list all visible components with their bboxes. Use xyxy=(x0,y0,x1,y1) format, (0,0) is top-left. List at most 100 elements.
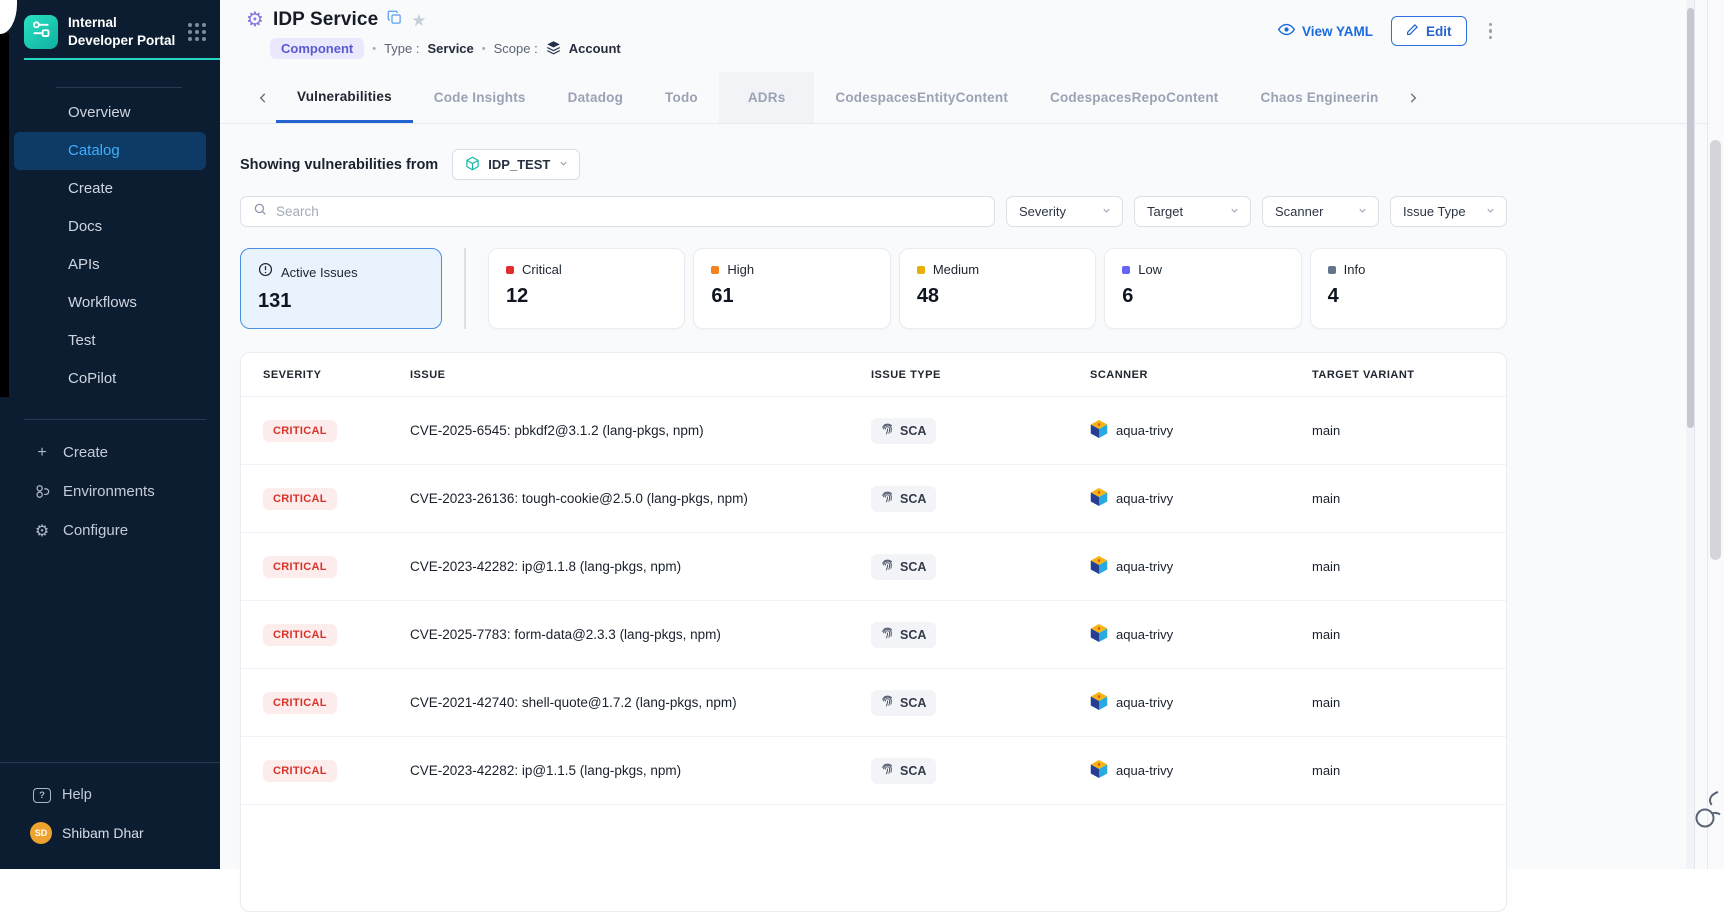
sidebar-footer: ? Help SD Shibam Dhar xyxy=(0,762,220,869)
sidebar-item-copilot[interactable]: CoPilot xyxy=(14,360,206,398)
issue-type-label: SCA xyxy=(900,696,926,710)
target-variant: main xyxy=(1312,491,1506,506)
low-card[interactable]: Low 6 xyxy=(1104,248,1301,329)
more-options-kebab-icon[interactable] xyxy=(1485,19,1497,44)
help-button[interactable]: ? Help xyxy=(0,763,220,803)
sidebar-action-environments[interactable]: Environments xyxy=(0,472,220,511)
package-cube-icon xyxy=(465,156,480,174)
table-body: CRITICAL CVE-2025-6545: pbkdf2@3.1.2 (la… xyxy=(241,397,1506,805)
sidebar-item-workflows[interactable]: Workflows xyxy=(14,284,206,322)
scanner-filter[interactable]: Scanner xyxy=(1262,196,1379,227)
teal-accent-bar xyxy=(24,58,220,60)
sidebar-action-create[interactable]: + Create xyxy=(0,433,220,472)
tab-adrs[interactable]: ADRs xyxy=(719,72,815,123)
tab-codespaces-entity-content[interactable]: CodespacesEntityContent xyxy=(814,72,1029,123)
sidebar-action-label: Configure xyxy=(63,522,128,539)
search-input[interactable] xyxy=(276,204,982,219)
edit-button[interactable]: Edit xyxy=(1391,16,1467,46)
issue-type-filter[interactable]: Issue Type xyxy=(1390,196,1507,227)
scanner-cell: aqua-trivy xyxy=(1090,419,1312,442)
tab-todo[interactable]: Todo xyxy=(644,72,719,123)
scanner-cell: aqua-trivy xyxy=(1090,691,1312,714)
sidebar-item-docs[interactable]: Docs xyxy=(14,208,206,246)
browser-scrollbar-thumb[interactable] xyxy=(1710,140,1721,560)
page-title: IDP Service xyxy=(273,9,378,31)
high-card[interactable]: High 61 xyxy=(693,248,890,329)
type-value: Service xyxy=(428,41,474,56)
sidebar-divider xyxy=(56,87,182,88)
table-row[interactable]: CRITICAL CVE-2025-7783: form-data@2.3.3 … xyxy=(241,601,1506,669)
feedback-widget-icon[interactable] xyxy=(1692,788,1724,839)
table-row[interactable]: CRITICAL CVE-2023-42282: ip@1.1.5 (lang-… xyxy=(241,737,1506,805)
table-row[interactable]: CRITICAL CVE-2023-42282: ip@1.1.8 (lang-… xyxy=(241,533,1506,601)
sidebar-item-overview[interactable]: Overview xyxy=(14,94,206,132)
trivy-cube-icon xyxy=(1090,691,1108,714)
project-select[interactable]: IDP_TEST xyxy=(452,149,580,180)
sidebar-item-test[interactable]: Test xyxy=(14,322,206,360)
info-card[interactable]: Info 4 xyxy=(1310,248,1507,329)
stat-label: Critical xyxy=(522,262,562,277)
severity-badge: CRITICAL xyxy=(263,420,337,442)
issue-text: CVE-2025-7783: form-data@2.3.3 (lang-pkg… xyxy=(410,627,871,642)
edit-label: Edit xyxy=(1426,24,1452,39)
stat-value: 48 xyxy=(917,285,1078,308)
table-row[interactable]: CRITICAL CVE-2021-42740: shell-quote@1.7… xyxy=(241,669,1506,737)
table-row[interactable]: CRITICAL CVE-2025-6545: pbkdf2@3.1.2 (la… xyxy=(241,397,1506,465)
sidebar-header: Internal Developer Portal xyxy=(0,0,220,49)
tabs-scroll-right-icon[interactable] xyxy=(1400,91,1426,105)
active-issues-card[interactable]: Active Issues 131 xyxy=(240,248,442,329)
page-header: ⚙ IDP Service ★ xyxy=(246,9,427,31)
main-content: ⚙ IDP Service ★ Component • Type : Servi… xyxy=(220,0,1724,869)
chevron-down-icon xyxy=(1485,204,1496,219)
copy-icon[interactable] xyxy=(387,10,402,30)
critical-card[interactable]: Critical 12 xyxy=(488,248,685,329)
fingerprint-icon xyxy=(881,763,894,779)
stat-value: 131 xyxy=(258,290,424,313)
severity-filter[interactable]: Severity xyxy=(1006,196,1123,227)
portal-logo[interactable] xyxy=(24,15,58,49)
sidebar-item-apis[interactable]: APIs xyxy=(14,246,206,284)
trivy-cube-icon xyxy=(1090,487,1108,510)
filter-label: Issue Type xyxy=(1403,204,1466,219)
fingerprint-icon xyxy=(881,695,894,711)
view-yaml-button[interactable]: View YAML xyxy=(1278,21,1373,41)
issue-type-label: SCA xyxy=(900,560,926,574)
sidebar-item-catalog[interactable]: Catalog xyxy=(14,132,206,170)
environments-icon xyxy=(33,483,51,500)
severity-badge: CRITICAL xyxy=(263,556,337,578)
stat-label: Active Issues xyxy=(281,265,358,280)
sidebar-action-configure[interactable]: ⚙ Configure xyxy=(0,511,220,550)
content-scrollbar-thumb[interactable] xyxy=(1687,8,1694,428)
fingerprint-icon xyxy=(881,491,894,507)
dot-separator: • xyxy=(372,43,376,55)
filter-label: Severity xyxy=(1019,204,1066,219)
user-menu[interactable]: SD Shibam Dhar xyxy=(0,803,220,844)
favorite-star-icon[interactable]: ★ xyxy=(411,12,426,29)
tab-bar: Vulnerabilities Code Insights Datadog To… xyxy=(220,72,1724,124)
tab-codespaces-repo-content[interactable]: CodespacesRepoContent xyxy=(1029,72,1239,123)
tab-vulnerabilities[interactable]: Vulnerabilities xyxy=(276,72,413,123)
fingerprint-icon xyxy=(881,627,894,643)
severity-badge: CRITICAL xyxy=(263,624,337,646)
showing-row: Showing vulnerabilities from IDP_TEST xyxy=(240,149,580,180)
apps-grid-icon[interactable] xyxy=(188,23,206,41)
help-chat-icon: ? xyxy=(33,788,51,803)
scanner-name: aqua-trivy xyxy=(1116,695,1173,710)
tabs-scroll-left-icon[interactable] xyxy=(250,91,276,105)
table-row[interactable]: CRITICAL CVE-2023-26136: tough-cookie@2.… xyxy=(241,465,1506,533)
sidebar-actions: + Create Environments ⚙ Configure xyxy=(0,433,220,550)
vulnerabilities-table: SEVERITY ISSUE ISSUE TYPE SCANNER TARGET… xyxy=(240,352,1507,912)
sidebar-item-create[interactable]: Create xyxy=(14,170,206,208)
stat-label: Info xyxy=(1344,262,1366,277)
target-filter[interactable]: Target xyxy=(1134,196,1251,227)
issue-type-pill: SCA xyxy=(871,622,936,648)
eye-icon xyxy=(1278,21,1295,41)
entity-kind-badge: Component xyxy=(270,38,364,59)
tab-datadog[interactable]: Datadog xyxy=(547,72,644,123)
issue-info-icon xyxy=(258,262,273,282)
tab-chaos-engineering[interactable]: Chaos Engineerin xyxy=(1240,72,1400,123)
type-label: Type : xyxy=(384,41,419,56)
tab-code-insights[interactable]: Code Insights xyxy=(413,72,547,123)
filter-label: Scanner xyxy=(1275,204,1323,219)
medium-card[interactable]: Medium 48 xyxy=(899,248,1096,329)
